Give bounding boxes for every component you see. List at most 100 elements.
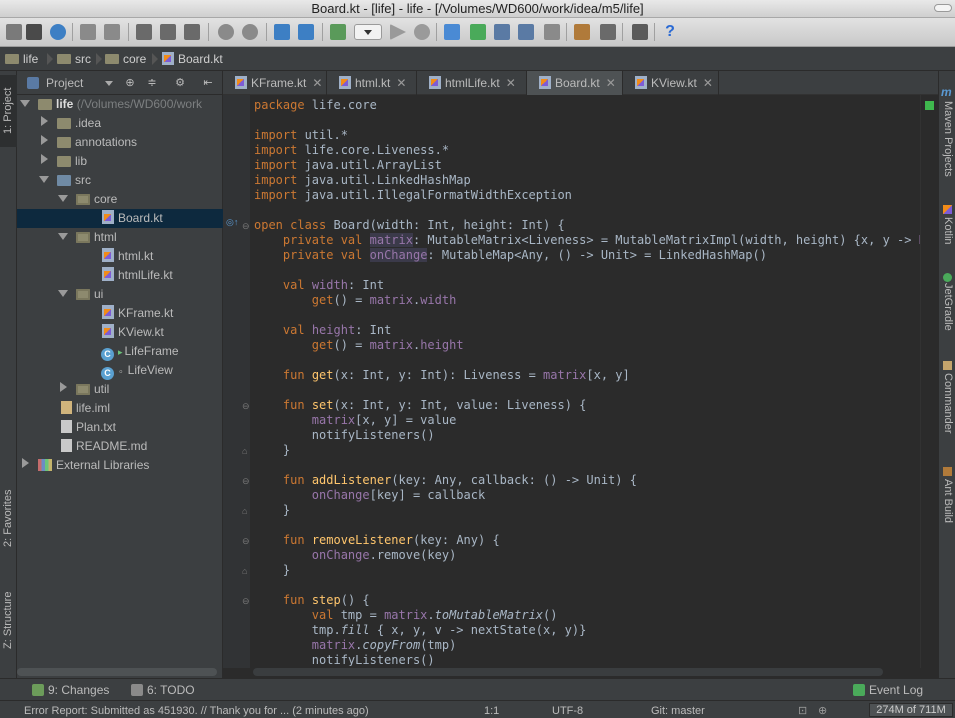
tool-tab-favorites[interactable]: 2: Favorites (0, 475, 17, 561)
override-marker-icon[interactable]: ◎↑ (226, 217, 238, 227)
replace-icon[interactable] (242, 24, 258, 40)
editor-horizontal-scrollbar[interactable] (253, 668, 883, 676)
tree-node-readme-md[interactable]: README.md (17, 437, 223, 456)
window-zoom-button[interactable] (934, 4, 952, 12)
help-icon[interactable]: ? (662, 24, 678, 40)
status-message[interactable]: Error Report: Submitted as 451930. // Th… (24, 704, 434, 718)
tool-tab-commander[interactable]: Commander (939, 373, 955, 449)
tab-kview-kt[interactable]: KView.kt ✕ (623, 71, 719, 95)
tool-tab-gradle[interactable]: JetGradle (939, 283, 955, 343)
memory-indicator[interactable]: 274M of 711M (869, 703, 953, 717)
synchronize-icon[interactable] (50, 24, 66, 40)
tool-tab-kotlin[interactable]: Kotlin (939, 217, 955, 257)
vcs-branch[interactable]: Git: master (651, 704, 705, 718)
close-icon[interactable]: ✕ (506, 76, 516, 90)
tree-node-kframe-kt[interactable]: KFrame.kt (17, 304, 223, 323)
presentation-icon[interactable] (632, 24, 648, 40)
close-icon[interactable]: ✕ (703, 76, 713, 90)
tree-node-lifeview[interactable]: C ∘ LifeView (17, 361, 223, 380)
tool-tab-todo[interactable]: 6: TODO (131, 682, 195, 698)
run-icon[interactable] (390, 24, 406, 40)
project-horizontal-scrollbar[interactable] (17, 668, 217, 676)
tool-tab-ant[interactable]: Ant Build (939, 479, 955, 539)
fold-marker-icon[interactable]: ⊖ (242, 401, 250, 411)
class-icon: C (101, 367, 114, 380)
tool-tab-structure[interactable]: Z: Structure (0, 579, 17, 661)
tree-node-idea[interactable]: .idea (17, 114, 223, 133)
close-icon[interactable]: ✕ (606, 76, 616, 90)
tree-node-board-kt[interactable]: Board.kt (17, 209, 223, 228)
collapse-all-icon[interactable]: ≑ (145, 76, 159, 90)
history-icon[interactable] (518, 24, 534, 40)
tab-htmllife-kt[interactable]: htmlLife.kt ✕ (417, 71, 527, 95)
lock-icon[interactable]: ⊡ (798, 704, 807, 718)
debug-icon[interactable] (414, 24, 430, 40)
copy-icon[interactable] (160, 24, 176, 40)
settings-wrench-icon[interactable] (574, 24, 590, 40)
tab-board-kt[interactable]: Board.kt ✕ (527, 71, 623, 95)
fold-marker-icon[interactable]: ⊖ (242, 596, 250, 606)
tab-kframe-kt[interactable]: KFrame.kt ✕ (223, 71, 327, 95)
gear-icon[interactable]: ⚙ (173, 76, 187, 90)
fold-marker-icon[interactable]: ⌂ (242, 566, 247, 576)
back-icon[interactable] (274, 24, 290, 40)
forward-icon[interactable] (298, 24, 314, 40)
scroll-from-source-icon[interactable]: ⊕ (123, 76, 137, 90)
hide-panel-icon[interactable]: ⇤ (201, 76, 215, 90)
tool-tab-maven[interactable]: Maven Projects (939, 101, 955, 187)
tab-html-kt[interactable]: html.kt ✕ (327, 71, 417, 95)
undo-icon[interactable] (80, 24, 96, 40)
code-editor[interactable]: package life.core import util.* import l… (254, 98, 920, 666)
inspection-ok-icon[interactable] (925, 101, 934, 110)
fold-marker-icon[interactable]: ⊖ (242, 536, 250, 546)
chevron-down-icon[interactable] (105, 81, 113, 86)
file-encoding[interactable]: UTF-8 (552, 704, 583, 718)
fold-marker-icon[interactable]: ⊖ (242, 476, 250, 486)
tree-node-life-iml[interactable]: life.iml (17, 399, 223, 418)
tree-node-html-kt[interactable]: html.kt (17, 247, 223, 266)
breadcrumb-life[interactable]: life (5, 51, 38, 67)
tree-node-ui[interactable]: ui (17, 285, 223, 304)
vcs-update-icon[interactable] (444, 24, 460, 40)
open-folder-icon[interactable] (6, 24, 22, 40)
kotlin-file-icon (102, 305, 114, 319)
compare-icon[interactable] (494, 24, 510, 40)
editor-error-stripe[interactable] (920, 95, 938, 668)
tree-node-kview-kt[interactable]: KView.kt (17, 323, 223, 342)
caret-position[interactable]: 1:1 (484, 704, 499, 718)
make-project-icon[interactable] (330, 24, 346, 40)
tool-tab-project[interactable]: 1: Project (0, 75, 17, 147)
fold-marker-icon[interactable]: ⊖ (242, 221, 250, 231)
breadcrumb-core[interactable]: core (105, 51, 146, 67)
fold-marker-icon[interactable]: ⌂ (242, 506, 247, 516)
breadcrumb-src[interactable]: src (57, 51, 91, 67)
tool-tab-event-log[interactable]: Event Log (853, 682, 923, 698)
run-configuration-dropdown[interactable] (354, 24, 382, 40)
find-icon[interactable] (218, 24, 234, 40)
tool-tab-changes[interactable]: 9: Changes (32, 682, 109, 698)
tree-node-src[interactable]: src (17, 171, 223, 190)
redo-icon[interactable] (104, 24, 120, 40)
breadcrumb-board-kt[interactable]: Board.kt (162, 51, 223, 67)
tree-node-lifeframe[interactable]: C ▸ LifeFrame (17, 342, 223, 361)
cut-icon[interactable] (136, 24, 152, 40)
project-structure-icon[interactable] (600, 24, 616, 40)
project-view-selector[interactable]: Project (46, 75, 83, 91)
inspector-icon[interactable]: ⊕ (818, 704, 827, 718)
tree-node-life[interactable]: life (/Volumes/WD600/work (17, 95, 223, 114)
fold-marker-icon[interactable]: ⌂ (242, 446, 247, 456)
tree-node-plan-txt[interactable]: Plan.txt (17, 418, 223, 437)
tree-node-lib[interactable]: lib (17, 152, 223, 171)
tree-node-core[interactable]: core (17, 190, 223, 209)
close-icon[interactable]: ✕ (312, 76, 322, 90)
tree-node-html[interactable]: html (17, 228, 223, 247)
paste-icon[interactable] (184, 24, 200, 40)
revert-icon[interactable] (544, 24, 560, 40)
tree-node-annotations[interactable]: annotations (17, 133, 223, 152)
vcs-commit-icon[interactable] (470, 24, 486, 40)
tree-node-util[interactable]: util (17, 380, 223, 399)
close-icon[interactable]: ✕ (396, 76, 406, 90)
save-all-icon[interactable] (26, 24, 42, 40)
tree-node-htmllife-kt[interactable]: htmlLife.kt (17, 266, 223, 285)
tree-node-external-libraries[interactable]: External Libraries (17, 456, 223, 475)
